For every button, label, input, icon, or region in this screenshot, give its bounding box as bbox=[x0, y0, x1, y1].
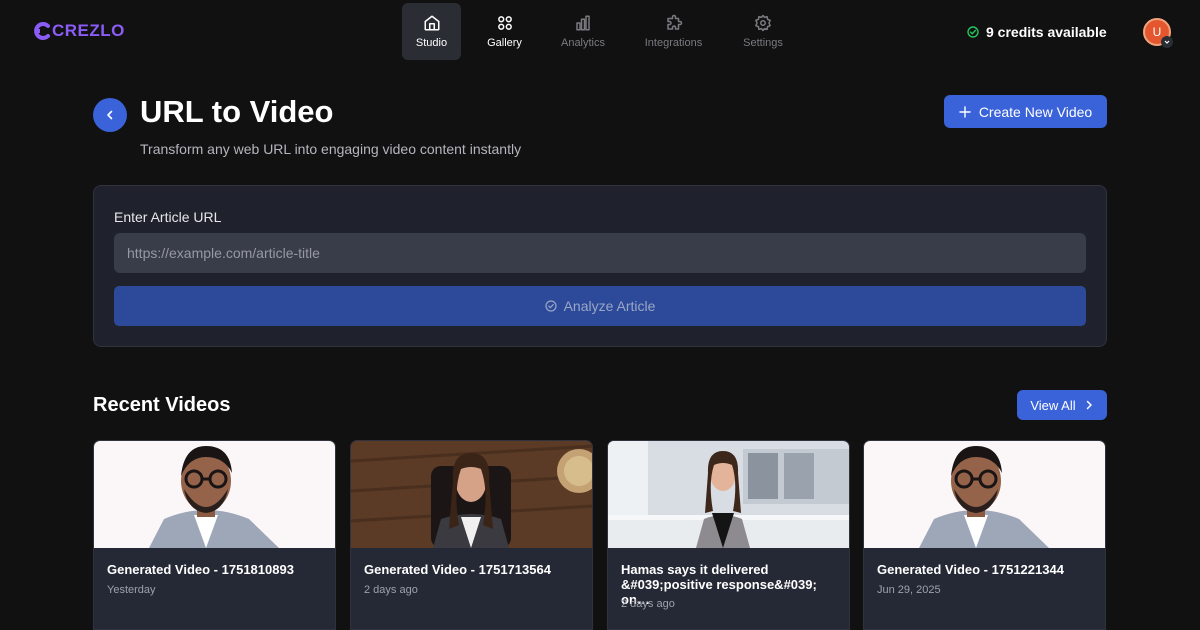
back-button[interactable] bbox=[93, 98, 127, 132]
top-navbar: CREZLO Studio Gallery Analytics Integrat… bbox=[0, 0, 1200, 64]
video-title: Generated Video - 1751713564 bbox=[364, 562, 551, 577]
view-all-button[interactable]: View All bbox=[1017, 390, 1107, 420]
nav-item-gallery[interactable]: Gallery bbox=[461, 3, 548, 60]
recent-videos-heading: Recent Videos bbox=[93, 394, 231, 416]
analyze-button-label: Analyze Article bbox=[563, 298, 656, 314]
bar-chart-icon bbox=[576, 15, 590, 31]
check-circle-icon bbox=[544, 300, 557, 312]
woman-at-desk-thumbnail bbox=[351, 441, 592, 548]
page-subtitle: Transform any web URL into engaging vide… bbox=[140, 141, 522, 157]
crezlo-logo-icon bbox=[34, 22, 50, 40]
plus-icon bbox=[959, 105, 971, 118]
video-title: Generated Video - 1751221344 bbox=[877, 562, 1064, 577]
man-with-glasses-thumbnail bbox=[94, 441, 335, 548]
page-title: URL to Video bbox=[140, 94, 334, 129]
video-thumbnail[interactable] bbox=[94, 441, 335, 548]
account-menu-chevron[interactable] bbox=[1161, 36, 1173, 48]
chevron-right-icon bbox=[1086, 400, 1092, 410]
nav-item-integrations[interactable]: Integrations bbox=[618, 3, 729, 60]
check-circle-icon bbox=[967, 26, 979, 38]
video-date: Yesterday bbox=[107, 584, 156, 596]
nav-label: Settings bbox=[743, 37, 783, 49]
video-date: 2 days ago bbox=[621, 598, 675, 610]
main-nav: Studio Gallery Analytics Integrations Se… bbox=[402, 3, 797, 60]
brand-name: CREZLO bbox=[52, 21, 125, 40]
video-card[interactable]: Generated Video - 1751810893 Yesterday bbox=[93, 440, 336, 630]
avatar-initial: U bbox=[1152, 25, 1162, 39]
video-date: Jun 29, 2025 bbox=[877, 584, 941, 596]
brand-logo[interactable]: CREZLO bbox=[32, 21, 125, 41]
nav-item-analytics[interactable]: Analytics bbox=[548, 3, 618, 60]
puzzle-icon bbox=[666, 14, 682, 30]
grid-icon bbox=[497, 16, 512, 30]
nav-item-settings[interactable]: Settings bbox=[729, 3, 797, 60]
analyze-article-button[interactable]: Analyze Article bbox=[114, 286, 1086, 326]
create-button-label: Create New Video bbox=[978, 103, 1093, 120]
chevron-down-icon bbox=[1164, 40, 1170, 44]
home-icon bbox=[424, 15, 439, 31]
video-thumbnail[interactable] bbox=[608, 441, 849, 548]
url-field-label: Enter Article URL bbox=[114, 209, 222, 225]
url-form-card: Enter Article URL Analyze Article bbox=[93, 185, 1107, 347]
nav-label: Integrations bbox=[644, 37, 703, 49]
view-all-label: View All bbox=[1030, 397, 1076, 413]
video-card[interactable]: Generated Video - 1751713564 2 days ago bbox=[350, 440, 593, 630]
video-card[interactable]: Generated Video - 1751221344 Jun 29, 202… bbox=[863, 440, 1106, 630]
woman-in-kitchen-thumbnail bbox=[608, 441, 849, 548]
video-card[interactable]: Hamas says it delivered &#039;positive r… bbox=[607, 440, 850, 630]
credits-text: 9 credits available bbox=[986, 24, 1107, 40]
nav-item-studio[interactable]: Studio bbox=[402, 3, 461, 60]
create-new-video-button[interactable]: Create New Video bbox=[944, 95, 1107, 128]
video-thumbnail[interactable] bbox=[351, 441, 592, 548]
gear-icon bbox=[755, 14, 771, 32]
article-url-input[interactable] bbox=[114, 233, 1086, 273]
nav-label: Analytics bbox=[560, 37, 606, 49]
video-title: Generated Video - 1751810893 bbox=[107, 562, 294, 577]
video-thumbnail[interactable] bbox=[864, 441, 1105, 548]
nav-label: Gallery bbox=[487, 37, 522, 49]
chevron-left-icon bbox=[107, 110, 113, 120]
credits-indicator: 9 credits available bbox=[967, 24, 1107, 40]
nav-label: Studio bbox=[415, 37, 448, 49]
video-date: 2 days ago bbox=[364, 584, 418, 596]
man-with-glasses-thumbnail bbox=[864, 441, 1105, 548]
